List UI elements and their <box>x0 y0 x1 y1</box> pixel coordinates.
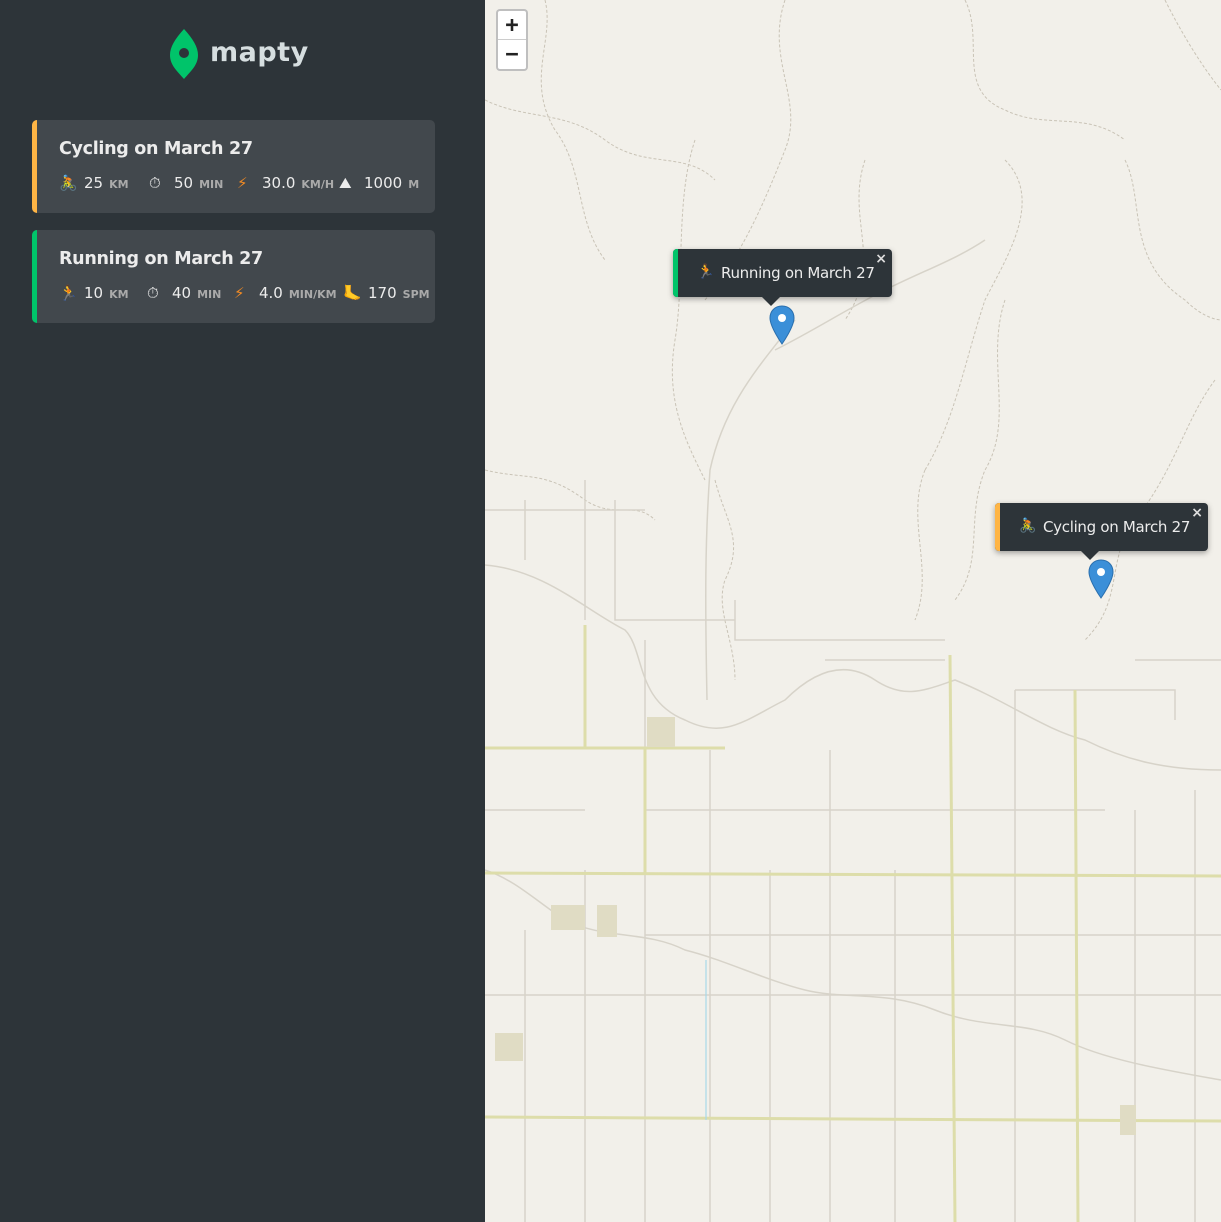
map-marker-running[interactable] <box>769 305 795 345</box>
close-icon[interactable]: × <box>1191 505 1203 521</box>
detail-unit: KM/H <box>301 178 335 191</box>
detail-value: 25 <box>84 174 104 192</box>
zoom-out-button[interactable]: − <box>498 40 526 69</box>
lightning-icon: ⚡ <box>234 284 245 302</box>
stopwatch-icon: ⏱ <box>149 174 161 192</box>
detail-distance: 🚴 25 KM <box>59 174 149 192</box>
app-name: mapty <box>210 37 309 68</box>
workout-card-cycling[interactable]: Cycling on March 27 🚴 25 KM ⏱ 50 MIN ⚡ 3… <box>32 120 435 213</box>
detail-duration: ⏱ 50 MIN <box>149 174 237 192</box>
popup-text: Cycling on March 27 <box>1043 518 1191 536</box>
detail-value: 4.0 <box>259 284 283 302</box>
zoom-control: + − <box>496 9 528 71</box>
detail-duration: ⏱ 40 MIN <box>147 284 234 302</box>
workout-title: Running on March 27 <box>59 249 263 269</box>
cyclist-icon: 🚴 <box>1019 518 1037 534</box>
detail-elevation: ⛰ 1000 M <box>339 174 419 192</box>
detail-unit: MIN <box>197 288 222 301</box>
map[interactable]: + − 🏃 Running on March 27 × 🚴 Cycling on… <box>485 0 1221 1222</box>
popup-running: 🏃 Running on March 27 × <box>673 249 892 306</box>
workout-details: 🏃 10 KM ⏱ 40 MIN ⚡ 4.0 MIN/KM 🦶 170 SPM <box>59 284 430 302</box>
detail-unit: KM <box>109 178 129 191</box>
workout-accent-bar <box>32 120 37 213</box>
mountain-icon: ⛰ <box>339 174 352 192</box>
runner-icon: 🏃 <box>59 284 78 302</box>
detail-value: 170 <box>368 284 397 302</box>
zoom-in-button[interactable]: + <box>498 11 526 40</box>
close-icon[interactable]: × <box>875 251 887 267</box>
sidebar: mapty Cycling on March 27 🚴 25 KM ⏱ 50 M… <box>0 0 485 1222</box>
workout-title: Cycling on March 27 <box>59 139 253 159</box>
detail-value: 10 <box>84 284 104 302</box>
map-tiles[interactable] <box>485 0 1221 1222</box>
lightning-icon: ⚡ <box>237 174 248 192</box>
workout-card-running[interactable]: Running on March 27 🏃 10 KM ⏱ 40 MIN ⚡ 4… <box>32 230 435 323</box>
detail-value: 1000 <box>364 174 403 192</box>
detail-value: 50 <box>174 174 194 192</box>
logo: mapty <box>168 27 309 81</box>
popup-cycling: 🚴 Cycling on March 27 × <box>995 503 1208 560</box>
popup-text: Running on March 27 <box>721 264 875 282</box>
workout-accent-bar <box>32 230 37 323</box>
map-marker-cycling[interactable] <box>1088 559 1114 599</box>
footprint-icon: 🦶 <box>343 284 362 302</box>
detail-distance: 🏃 10 KM <box>59 284 147 302</box>
cyclist-icon: 🚴 <box>59 174 78 192</box>
map-pin-logo-icon <box>170 29 198 79</box>
detail-cadence: 🦶 170 SPM <box>343 284 430 302</box>
detail-unit: M <box>408 178 420 191</box>
detail-unit: SPM <box>402 288 430 301</box>
detail-pace: ⚡ 4.0 MIN/KM <box>234 284 343 302</box>
stopwatch-icon: ⏱ <box>147 284 159 302</box>
detail-value: 40 <box>172 284 192 302</box>
detail-unit: KM <box>109 288 129 301</box>
runner-icon: 🏃 <box>697 264 715 280</box>
workout-details: 🚴 25 KM ⏱ 50 MIN ⚡ 30.0 KM/H ⛰ 1000 M <box>59 174 419 192</box>
detail-unit: MIN <box>199 178 224 191</box>
popup-accent-bar <box>995 503 1000 551</box>
popup-accent-bar <box>673 249 678 297</box>
detail-value: 30.0 <box>262 174 296 192</box>
detail-unit: MIN/KM <box>288 288 337 301</box>
detail-speed: ⚡ 30.0 KM/H <box>237 174 339 192</box>
